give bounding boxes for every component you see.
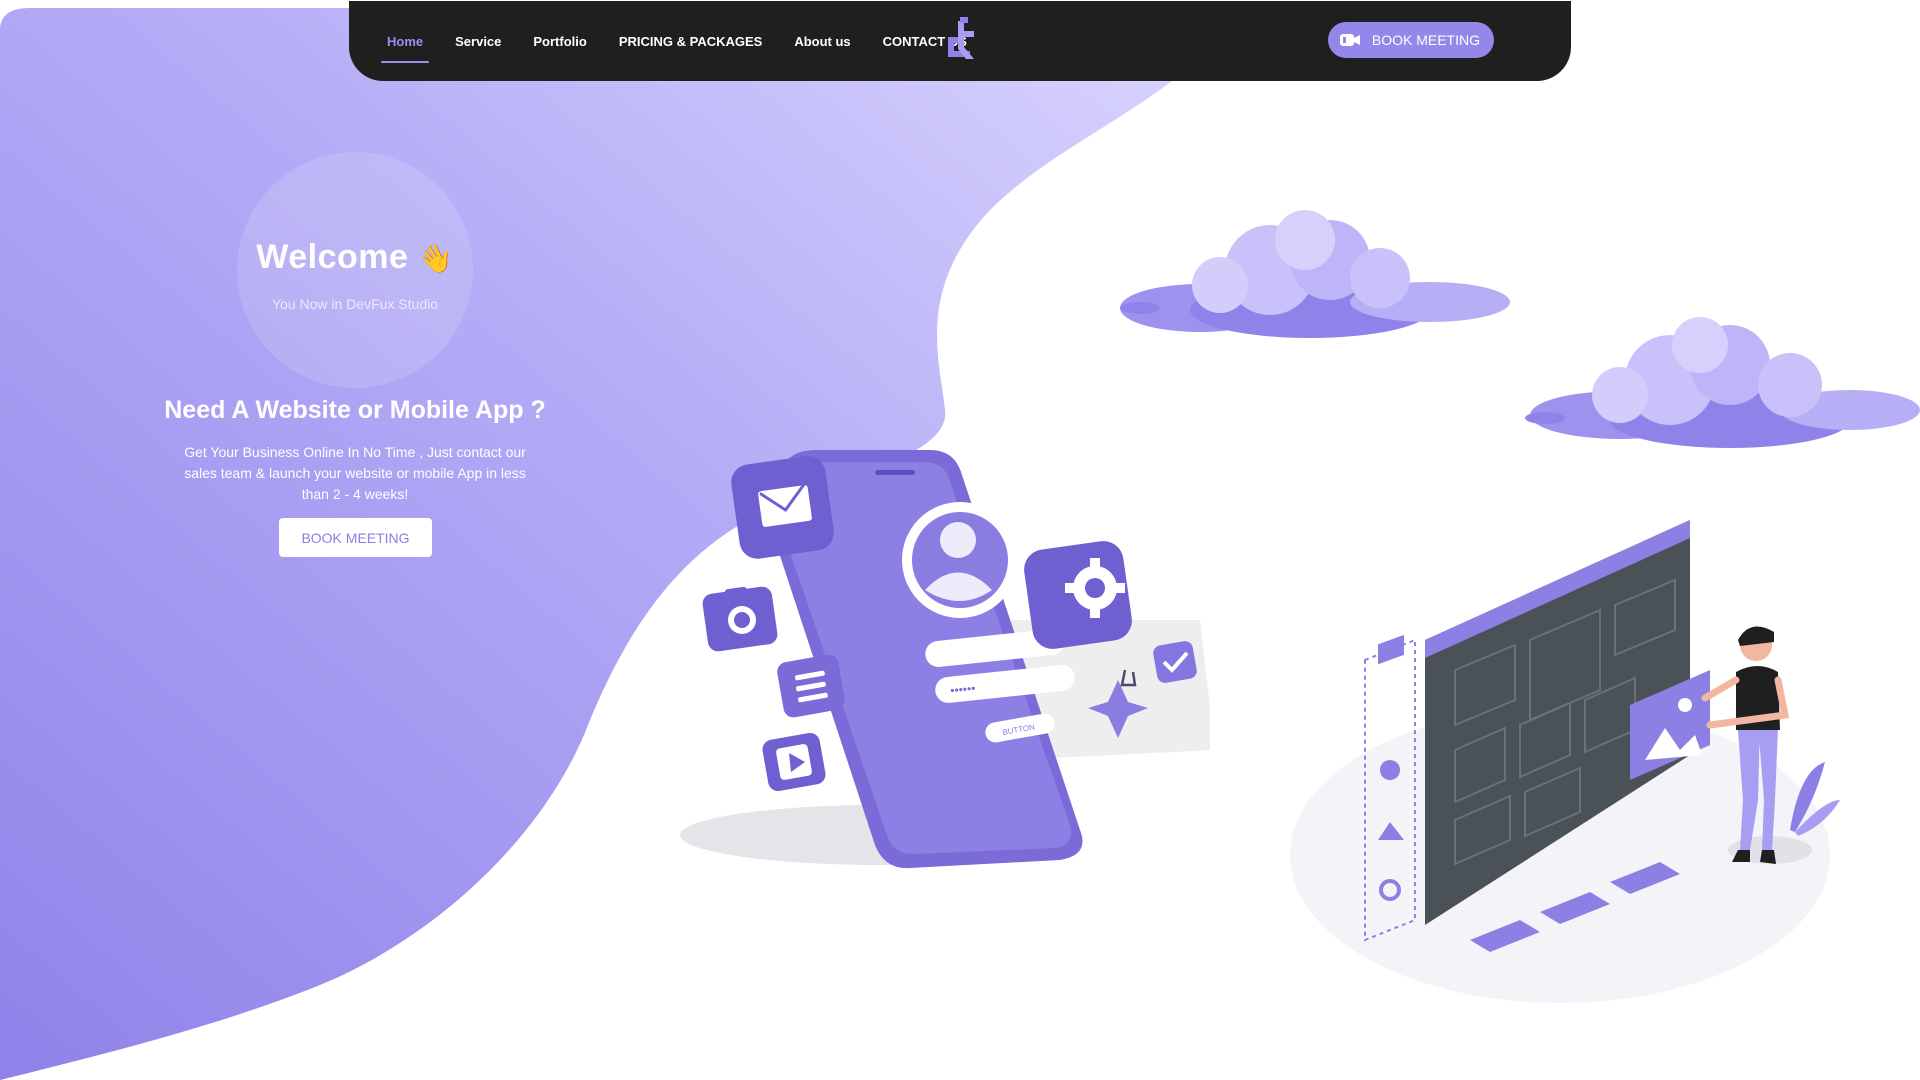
- book-meeting-nav-label: BOOK MEETING: [1371, 32, 1480, 48]
- hero-headline: Need A Website or Mobile App ?: [164, 396, 546, 424]
- mobile-app-illustration: •••••• BUTTON: [680, 450, 1210, 869]
- welcome-subtitle: You Now in DevFux Studio: [271, 296, 439, 312]
- nav-links: Home Service Portfolio PRICING & PACKAGE…: [381, 1, 973, 81]
- play-video-icon: [762, 732, 826, 792]
- checkbox-checked-icon: [1153, 641, 1197, 683]
- cloud-left: [1120, 210, 1510, 338]
- nav-link-home[interactable]: Home: [381, 30, 430, 63]
- password-mask-text: ••••••: [950, 681, 977, 698]
- web-design-illustration: [1290, 520, 1840, 1003]
- cloud-right: [1525, 317, 1920, 448]
- mail-icon: [731, 456, 834, 559]
- plant-leaves: [1790, 762, 1840, 836]
- camera-icon: [702, 586, 778, 652]
- hero-description: Get Your Business Online In No Time , Ju…: [184, 444, 526, 502]
- nav-link-pricing[interactable]: PRICING & PACKAGES: [613, 30, 769, 53]
- nav-link-portfolio[interactable]: Portfolio: [527, 30, 592, 53]
- welcome-text: Welcome: [256, 238, 409, 276]
- nav-link-about[interactable]: About us: [788, 30, 856, 53]
- profile-avatar-icon: [902, 502, 1018, 618]
- waving-hand-icon: 👋: [418, 243, 454, 274]
- book-meeting-nav-button[interactable]: BOOK MEETING: [1327, 22, 1494, 58]
- video-camera-icon: [1339, 33, 1360, 47]
- devfux-logo-icon[interactable]: [940, 17, 980, 65]
- welcome-heading: Welcome 👋: [140, 238, 570, 277]
- settings-gear-icon: [1024, 541, 1132, 649]
- phone-speaker: [875, 470, 915, 475]
- document-list-icon: [777, 654, 845, 718]
- nav-link-service[interactable]: Service: [449, 30, 507, 53]
- top-navbar: Home Service Portfolio PRICING & PACKAGE…: [349, 1, 1571, 81]
- book-meeting-hero-button[interactable]: BOOK MEETING: [279, 518, 432, 557]
